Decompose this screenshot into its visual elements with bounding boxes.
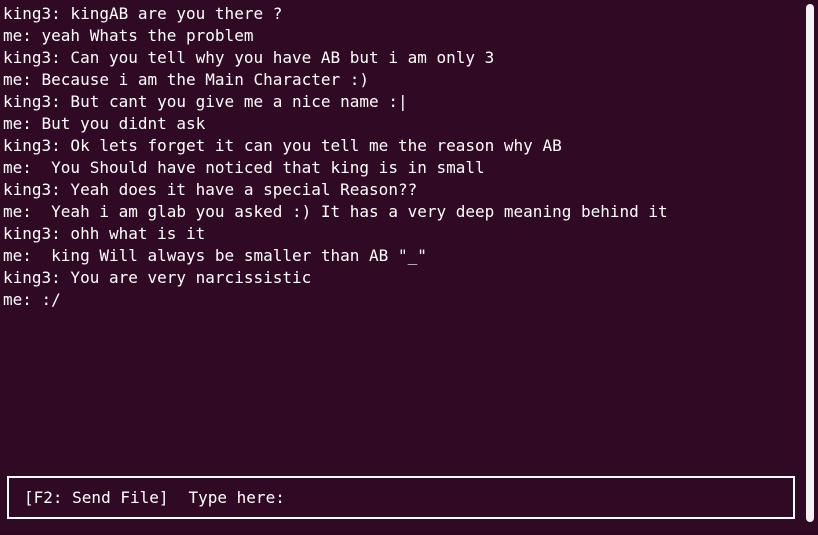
chat-message: me: :/ bbox=[3, 290, 61, 309]
chat-message: me: But you didnt ask bbox=[3, 114, 206, 133]
chat-message: me: king Will always be smaller than AB … bbox=[3, 246, 427, 265]
chat-message: king3: You are very narcissistic bbox=[3, 268, 312, 287]
chat-message: me: yeah Whats the problem bbox=[3, 26, 254, 45]
chat-message: king3: Can you tell why you have AB but … bbox=[3, 48, 495, 67]
chat-message: king3: But cant you give me a nice name … bbox=[3, 92, 408, 111]
chat-log: king3: kingAB are you there ? me: yeah W… bbox=[3, 3, 803, 463]
input-prompt: Type here: bbox=[188, 488, 285, 507]
chat-message: king3: Ok lets forget it can you tell me… bbox=[3, 136, 562, 155]
scrollbar-thumb[interactable] bbox=[806, 4, 814, 522]
chat-message: king3: Yeah does it have a special Reaso… bbox=[3, 180, 418, 199]
chat-message: me: Yeah i am glab you asked :) It has a… bbox=[3, 202, 668, 221]
bottom-edge bbox=[0, 531, 818, 535]
chat-message: me: You Should have noticed that king is… bbox=[3, 158, 485, 177]
chat-message: king3: ohh what is it bbox=[3, 224, 206, 243]
vertical-scrollbar[interactable] bbox=[806, 4, 814, 522]
terminal-window: king3: kingAB are you there ? me: yeah W… bbox=[0, 0, 818, 535]
message-input-box[interactable]: [F2: Send File] Type here: bbox=[7, 476, 795, 519]
send-file-hint: [F2: Send File] bbox=[24, 488, 169, 507]
chat-message: king3: kingAB are you there ? bbox=[3, 4, 283, 23]
chat-message: me: Because i am the Main Character :) bbox=[3, 70, 370, 89]
